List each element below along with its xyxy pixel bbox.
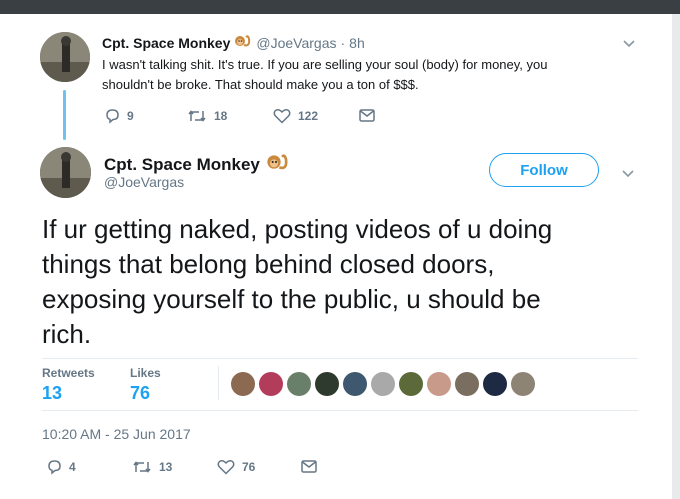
reply-action-message[interactable] — [359, 109, 375, 122]
retweets-count: 13 — [42, 383, 63, 403]
monkey-emoji-icon — [266, 151, 290, 178]
liker-avatar[interactable] — [259, 372, 283, 396]
main-tweet-text: If ur getting naked, posting videos of u… — [42, 212, 552, 352]
reply-avatar[interactable] — [40, 32, 90, 82]
reply-action-like[interactable]: 122 — [273, 108, 318, 124]
reply-action-retweet[interactable]: 18 — [187, 108, 227, 124]
scrollbar[interactable] — [672, 14, 680, 499]
liker-avatar[interactable] — [399, 372, 423, 396]
likes-stat[interactable]: Likes 76 — [130, 366, 161, 404]
reply-icon — [106, 109, 119, 124]
tweet-text-line: If ur getting naked, posting videos of u… — [42, 214, 553, 244]
window-top-bar — [0, 0, 680, 14]
monkey-emoji-icon — [234, 33, 252, 52]
reply-icon — [48, 460, 61, 475]
divider — [42, 358, 638, 359]
liker-avatar[interactable] — [427, 372, 451, 396]
retweets-label: Retweets — [42, 366, 95, 380]
time-separator: · — [340, 34, 346, 51]
tweet-text-line: rich. — [42, 319, 92, 349]
like-count: 122 — [298, 109, 319, 123]
reply-text-line: shouldn't be broke. That should make you… — [102, 77, 419, 92]
main-reply-count: 4 — [69, 460, 76, 474]
liker-avatar[interactable] — [455, 372, 479, 396]
main-avatar[interactable] — [40, 147, 91, 198]
likes-label: Likes — [130, 366, 161, 380]
reply-action-reply[interactable]: 9 — [104, 108, 134, 124]
envelope-icon — [359, 109, 375, 122]
reply-menu-button[interactable] — [622, 36, 636, 54]
heart-icon — [217, 460, 235, 475]
follow-button[interactable]: Follow — [489, 153, 599, 187]
liker-avatar[interactable] — [511, 372, 535, 396]
main-action-reply[interactable]: 4 — [46, 459, 76, 475]
liker-avatar[interactable] — [343, 372, 367, 396]
stats-separator — [218, 366, 219, 400]
liker-avatar[interactable] — [371, 372, 395, 396]
heart-icon — [273, 109, 291, 124]
reply-text: I wasn't talking shit. It's true. If you… — [102, 55, 547, 95]
main-action-message[interactable] — [301, 460, 317, 473]
reply-handle[interactable]: @JoeVargas — [256, 35, 336, 51]
retweet-count: 18 — [214, 109, 228, 123]
retweet-icon — [133, 461, 151, 473]
liker-avatar[interactable] — [231, 372, 255, 396]
divider — [42, 410, 638, 411]
tweet-text-line: things that belong behind closed doors, — [42, 249, 495, 279]
main-retweet-count: 13 — [159, 460, 173, 474]
tweet-timestamp[interactable]: 10:20 AM - 25 Jun 2017 — [42, 426, 191, 442]
main-display-name[interactable]: Cpt. Space Monkey — [104, 155, 260, 175]
reply-display-name[interactable]: Cpt. Space Monkey — [102, 35, 230, 51]
reply-count: 9 — [127, 109, 134, 123]
chevron-down-icon — [623, 40, 635, 48]
main-handle[interactable]: @JoeVargas — [104, 174, 184, 190]
main-like-count: 76 — [242, 460, 256, 474]
main-action-like[interactable]: 76 — [217, 459, 255, 475]
main-action-retweet[interactable]: 13 — [132, 459, 172, 475]
retweet-icon — [188, 110, 206, 122]
tweet-text-line: exposing yourself to the public, u shoul… — [42, 284, 541, 314]
thread-connector — [63, 90, 66, 140]
liker-avatar[interactable] — [483, 372, 507, 396]
likes-count: 76 — [130, 383, 151, 403]
reply-text-line: I wasn't talking shit. It's true. If you… — [102, 57, 548, 72]
retweets-stat[interactable]: Retweets 13 — [42, 366, 95, 404]
main-menu-button[interactable] — [621, 166, 635, 184]
envelope-icon — [301, 460, 317, 473]
reply-time[interactable]: 8h — [349, 35, 365, 51]
liker-avatars — [231, 372, 539, 396]
liker-avatar[interactable] — [315, 372, 339, 396]
chevron-down-icon — [622, 170, 634, 178]
reply-header: Cpt. Space Monkey @JoeVargas · 8h — [102, 33, 365, 52]
liker-avatar[interactable] — [287, 372, 311, 396]
